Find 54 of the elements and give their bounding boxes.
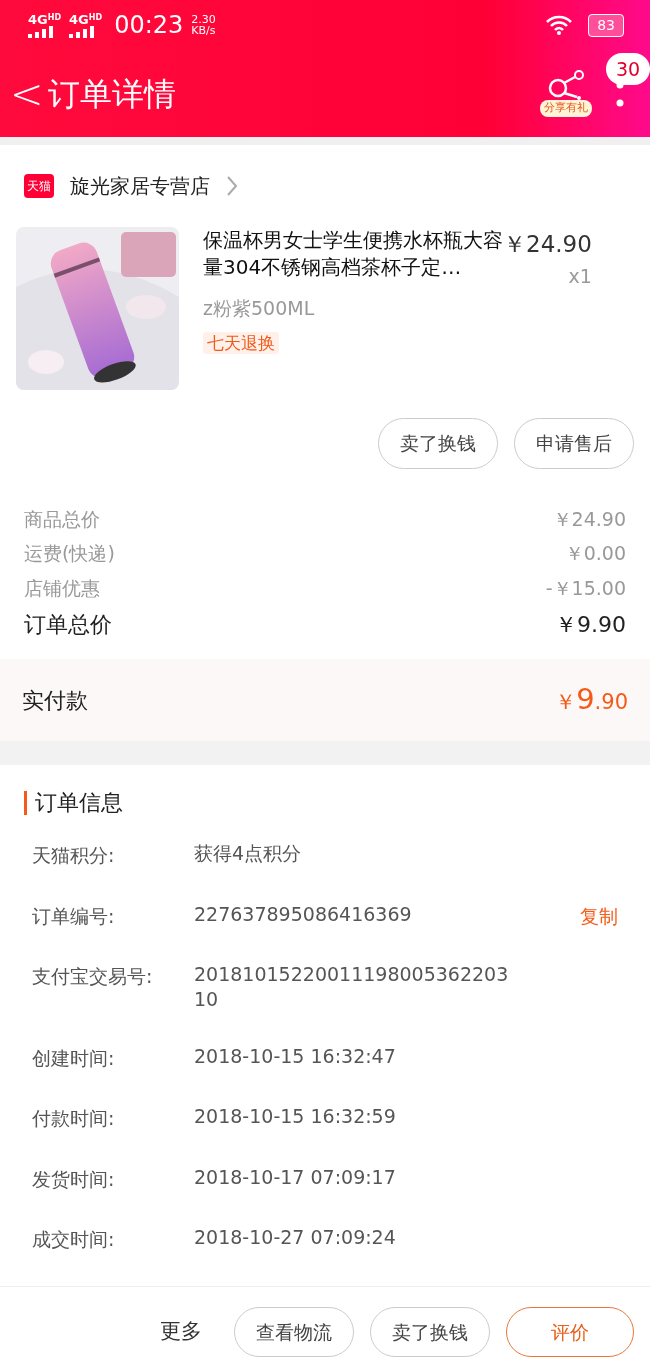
product-quantity: x1 <box>568 263 592 289</box>
info-value: 227637895086416369 <box>194 901 413 927</box>
product-title[interactable]: 保温杯男女士学生便携水杯瓶大容量304不锈钢高档茶杯子定… <box>203 227 503 290</box>
price-label: 订单总价 <box>24 611 112 639</box>
price-value: ￥9.90 <box>555 611 626 639</box>
battery-indicator: 83 <box>588 13 624 37</box>
speed-unit: KB/s <box>191 25 216 36</box>
price-label: 运费(快递) <box>24 541 115 566</box>
info-value: 获得4点积分 <box>194 841 303 866</box>
product-price: ￥24.90 <box>503 230 592 259</box>
chevron-right-icon[interactable] <box>226 175 238 197</box>
info-value: 2018-10-15 16:32:47 <box>194 1043 397 1069</box>
info-value: 2018-10-15 16:32:59 <box>194 1104 397 1129</box>
info-label: 付款时间: <box>32 1106 116 1132</box>
price-label: 商品总价 <box>24 506 100 532</box>
info-label: 成交时间: <box>32 1227 116 1253</box>
more-link[interactable]: 更多 <box>160 1316 202 1348</box>
action-button[interactable]: 申请售后 <box>514 418 634 469</box>
tmall-logo: 天猫 <box>24 174 54 198</box>
wifi-icon <box>546 15 573 35</box>
back-button[interactable]: < <box>10 73 44 114</box>
price-value: ￥24.90 <box>552 506 626 532</box>
speed-value: 2.30 <box>191 14 216 25</box>
page-title: 订单详情 <box>47 73 176 115</box>
info-label: 创建时间: <box>32 1045 116 1071</box>
info-value: 2018101522001119800536220310 <box>194 962 510 1012</box>
info-value: 2018-10-27 07:09:24 <box>194 1225 397 1250</box>
signal-icon <box>28 25 56 38</box>
info-label: 天猫积分: <box>32 843 116 869</box>
action-button[interactable]: 卖了换钱 <box>370 1306 490 1358</box>
share-reward-label: 分享有礼 <box>540 100 592 117</box>
network-label: HD <box>88 12 103 22</box>
price-label: 店铺优惠 <box>24 575 100 601</box>
network-label: HD <box>47 12 62 22</box>
section-title: 订单信息 <box>24 791 626 816</box>
clock-time: 00:23 <box>114 10 184 41</box>
price-value: ￥0.00 <box>564 541 626 566</box>
paid-label: 实付款 <box>22 686 88 715</box>
network-label: 4G <box>28 11 48 27</box>
store-name[interactable]: 旋光家居专营店 <box>70 171 210 201</box>
price-value: -￥15.00 <box>545 575 626 601</box>
info-label: 发货时间: <box>32 1166 116 1192</box>
share-icon[interactable] <box>546 70 586 101</box>
return-policy-tag: 七天退换 <box>203 331 279 354</box>
action-button[interactable]: 卖了换钱 <box>378 418 498 469</box>
product-variant: z粉紫500ML <box>203 296 316 321</box>
info-value: 2018-10-17 07:09:17 <box>194 1164 397 1190</box>
info-label: 订单编号: <box>32 903 116 929</box>
message-count-badge: 30 <box>606 52 650 85</box>
info-label: 支付宝交易号: <box>32 964 154 990</box>
action-button[interactable]: 评价 <box>506 1306 634 1358</box>
action-button[interactable]: 查看物流 <box>234 1306 354 1358</box>
paid-amount: ￥9.90 <box>555 681 628 719</box>
network-label: 4G <box>69 11 89 27</box>
